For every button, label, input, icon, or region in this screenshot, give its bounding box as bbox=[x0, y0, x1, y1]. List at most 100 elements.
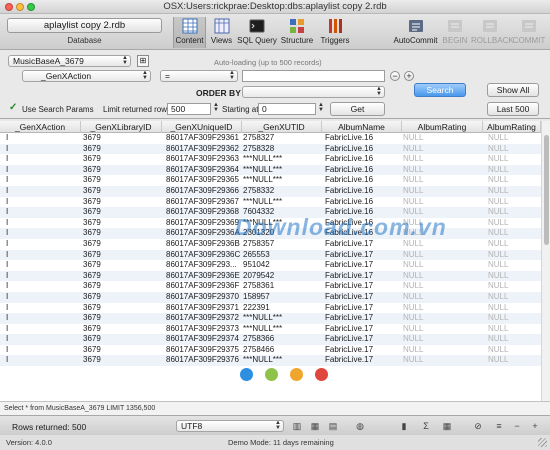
export-icon[interactable]: ▤ bbox=[327, 420, 339, 432]
table-row[interactable]: I 3679 86017AF309F29361 2758327 FabricLive.1… bbox=[0, 133, 541, 144]
table-row[interactable]: I 3679 86017AF309F29370 158957 FabricLive.17… bbox=[0, 291, 543, 303]
limit-rows-stepper[interactable]: ▲ ▼ bbox=[213, 102, 220, 115]
table-cell[interactable]: 3679 bbox=[83, 144, 153, 155]
table-cell[interactable]: I bbox=[6, 154, 66, 165]
table-cell[interactable]: NULL bbox=[403, 324, 483, 335]
table-cell[interactable]: NULL bbox=[488, 260, 543, 271]
table-cell[interactable]: I bbox=[6, 186, 66, 197]
table-cell[interactable]: NULL bbox=[488, 281, 543, 292]
table-cell[interactable]: I bbox=[6, 239, 66, 250]
table-cell[interactable]: I bbox=[6, 175, 66, 186]
table-cell[interactable]: 86017AF309F29371 bbox=[166, 303, 241, 314]
table-cell[interactable]: NULL bbox=[488, 271, 543, 282]
table-cell[interactable]: 86017AF309F29373 bbox=[166, 324, 241, 335]
table-cell[interactable]: I bbox=[6, 260, 66, 271]
table-cell[interactable]: 3679 bbox=[83, 218, 153, 229]
table-cell[interactable]: NULL bbox=[403, 281, 483, 292]
table-cell[interactable]: NULL bbox=[488, 303, 543, 314]
table-cell[interactable]: ***NULL*** bbox=[243, 313, 323, 324]
table-cell[interactable]: FabricLive.17 bbox=[325, 281, 403, 292]
column-header[interactable]: AlbumName bbox=[322, 121, 402, 133]
database-selector[interactable]: aplaylist copy 2.rdb bbox=[7, 18, 162, 33]
zoom-window-button[interactable] bbox=[27, 3, 35, 11]
table-cell[interactable]: 86017AF309F2936F bbox=[166, 281, 241, 292]
table-cell[interactable]: I bbox=[6, 165, 66, 176]
search-button[interactable]: Search bbox=[414, 83, 466, 97]
commit-button[interactable]: COMMIT bbox=[512, 17, 546, 48]
table-row[interactable]: I 3679 86017AF309F2936C 265553 FabricLive.17… bbox=[0, 249, 541, 261]
table-cell[interactable]: ***NULL*** bbox=[243, 324, 323, 335]
table-cell[interactable]: I bbox=[6, 334, 66, 345]
table-row[interactable]: I 3679 86017AF309F29362 2758328 FabricLive.1… bbox=[0, 143, 541, 155]
column-header[interactable]: _GenXLibraryID bbox=[81, 121, 162, 133]
table-cell[interactable]: 3679 bbox=[83, 303, 153, 314]
table-cell[interactable]: NULL bbox=[488, 355, 543, 366]
table-cell[interactable]: NULL bbox=[403, 250, 483, 261]
table-cell[interactable]: NULL bbox=[488, 175, 543, 186]
columns-icon[interactable]: ▥ bbox=[291, 420, 303, 432]
table-select[interactable]: MusicBaseA_3679 ▲ ▼ bbox=[8, 55, 131, 67]
table-cell[interactable]: NULL bbox=[403, 271, 483, 282]
table-cell[interactable]: 951042 bbox=[243, 260, 323, 271]
table-cell[interactable]: FabricLive.17 bbox=[325, 292, 403, 303]
column-header[interactable]: _GenXAction bbox=[0, 121, 81, 133]
table-row[interactable]: I 3679 86017AF309F2936E 2079542 FabricLive.1… bbox=[0, 270, 543, 282]
table-cell[interactable]: 86017AF309F29368 bbox=[166, 207, 241, 218]
table-cell[interactable]: 3679 bbox=[83, 175, 153, 186]
table-cell[interactable]: 3679 bbox=[83, 133, 153, 144]
table-cell[interactable]: 3679 bbox=[83, 260, 153, 271]
table-options-icon[interactable]: ⊞ bbox=[137, 55, 149, 67]
table-cell[interactable]: NULL bbox=[488, 207, 543, 218]
table-cell[interactable]: 86017AF309F2936A bbox=[166, 228, 241, 239]
starting-at-input[interactable]: 0 bbox=[258, 103, 316, 115]
table-cell[interactable]: 2758366 bbox=[243, 334, 323, 345]
table-cell[interactable]: 3679 bbox=[83, 186, 153, 197]
table-cell[interactable]: ***NULL*** bbox=[243, 175, 323, 186]
table-cell[interactable]: I bbox=[6, 144, 66, 155]
limit-rows-input[interactable]: 500 bbox=[167, 103, 211, 115]
table-cell[interactable]: FabricLive.17 bbox=[325, 250, 403, 261]
table-cell[interactable]: 86017AF309F29367 bbox=[166, 197, 241, 208]
table-cell[interactable]: NULL bbox=[488, 345, 543, 356]
encoding-select[interactable]: UTF8 ▲ ▼ bbox=[176, 420, 284, 432]
table-cell[interactable]: ***NULL*** bbox=[243, 165, 323, 176]
table-cell[interactable]: 3679 bbox=[83, 250, 153, 261]
table-cell[interactable]: I bbox=[6, 303, 66, 314]
table-cell[interactable]: 3679 bbox=[83, 165, 153, 176]
table-cell[interactable]: NULL bbox=[403, 175, 483, 186]
table-cell[interactable]: 86017AF309F29363 bbox=[166, 154, 241, 165]
table-cell[interactable]: NULL bbox=[403, 154, 483, 165]
autocommit-button[interactable]: AutoCommit bbox=[393, 17, 438, 48]
rollback-button[interactable]: ROLLBACK bbox=[471, 17, 514, 48]
table-cell[interactable]: ***NULL*** bbox=[243, 355, 323, 366]
table-cell[interactable]: I bbox=[6, 207, 66, 218]
table-cell[interactable]: 86017AF309F29369 bbox=[166, 218, 241, 229]
table-cell[interactable]: NULL bbox=[488, 292, 543, 303]
column-header[interactable]: AlbumRating bbox=[402, 121, 483, 133]
table-cell[interactable]: NULL bbox=[488, 218, 543, 229]
table-row[interactable]: I 3679 86017AF309F29363 ***NULL*** FabricLiv… bbox=[0, 154, 541, 165]
table-cell[interactable]: 265553 bbox=[243, 250, 323, 261]
table-row[interactable]: I 3679 86017AF309F29367 ***NULL*** FabricLiv… bbox=[0, 197, 541, 208]
content-button[interactable]: Content bbox=[173, 17, 206, 48]
table-cell[interactable]: 222391 bbox=[243, 303, 323, 314]
table-cell[interactable]: 86017AF309F29364 bbox=[166, 165, 241, 176]
table-cell[interactable]: FabricLive.17 bbox=[325, 260, 403, 271]
search-value-input[interactable] bbox=[242, 70, 385, 82]
table-cell[interactable]: 86017AF309F29361 bbox=[166, 133, 241, 144]
table-cell[interactable]: NULL bbox=[488, 154, 543, 165]
table-cell[interactable]: NULL bbox=[488, 197, 543, 208]
table-cell[interactable]: 86017AF309F29375 bbox=[166, 345, 241, 356]
table-cell[interactable]: 158957 bbox=[243, 292, 323, 303]
trash-icon[interactable]: ▮ bbox=[398, 420, 410, 432]
table-cell[interactable]: FabricLive.16 bbox=[325, 133, 403, 144]
table-cell[interactable]: NULL bbox=[403, 133, 483, 144]
table-cell[interactable]: 86017AF309F29372 bbox=[166, 313, 241, 324]
add-condition-button[interactable]: + bbox=[404, 71, 414, 81]
table-cell[interactable]: I bbox=[6, 355, 66, 366]
table-row[interactable]: I 3679 86017AF309F2936F 2758361 FabricLive.1… bbox=[0, 281, 541, 292]
clear-icon[interactable]: ⊘ bbox=[472, 420, 484, 432]
table-cell[interactable]: FabricLive.17 bbox=[325, 303, 403, 314]
remove-condition-button[interactable]: − bbox=[390, 71, 400, 81]
use-search-params-checkbox[interactable]: ✓ bbox=[9, 102, 17, 113]
